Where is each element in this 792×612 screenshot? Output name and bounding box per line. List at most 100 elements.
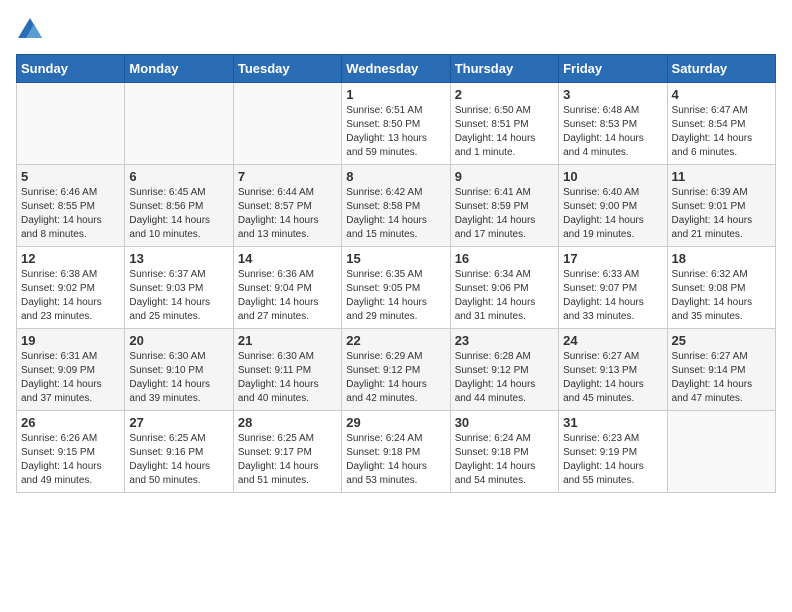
day-info: Sunrise: 6:44 AM Sunset: 8:57 PM Dayligh… [238, 186, 337, 242]
day-info: Sunrise: 6:31 AM Sunset: 9:09 PM Dayligh… [21, 350, 120, 406]
day-info: Sunrise: 6:42 AM Sunset: 8:58 PM Dayligh… [346, 186, 445, 242]
calendar-cell: 14 Sunrise: 6:36 AM Sunset: 9:04 PM Dayli… [233, 247, 341, 329]
day-info: Sunrise: 6:33 AM Sunset: 9:07 PM Dayligh… [563, 268, 662, 324]
calendar-week-row: 19Sunrise: 6:31 AM Sunset: 9:09 PM Dayli… [17, 329, 776, 411]
calendar-cell: 28 Sunrise: 6:25 AM Sunset: 9:17 PM Dayli… [233, 411, 341, 493]
day-number: 3 [563, 87, 662, 102]
day-info: Sunrise: 6:46 AM Sunset: 8:55 PM Dayligh… [21, 186, 120, 242]
day-number: 12 [21, 251, 120, 266]
header-saturday: Saturday [667, 55, 775, 83]
calendar-week-row: 26Sunrise: 6:26 AM Sunset: 9:15 PM Dayli… [17, 411, 776, 493]
day-number: 13 [129, 251, 228, 266]
calendar-cell: 31 Sunrise: 6:23 AM Sunset: 9:19 PM Dayli… [559, 411, 667, 493]
day-number: 6 [129, 169, 228, 184]
calendar-cell: 2Sunrise: 6:50 AM Sunset: 8:51 PM Daylig… [450, 83, 558, 165]
day-number: 14 [238, 251, 337, 266]
calendar-cell: 25Sunrise: 6:27 AM Sunset: 9:14 PM Dayli… [667, 329, 775, 411]
calendar-cell: 12 Sunrise: 6:38 AM Sunset: 9:02 PM Dayli… [17, 247, 125, 329]
calendar-cell: 17 Sunrise: 6:33 AM Sunset: 9:07 PM Dayli… [559, 247, 667, 329]
header-wednesday: Wednesday [342, 55, 450, 83]
day-info: Sunrise: 6:40 AM Sunset: 9:00 PM Dayligh… [563, 186, 662, 242]
calendar-cell: 20 Sunrise: 6:30 AM Sunset: 9:10 PM Dayli… [125, 329, 233, 411]
day-number: 11 [672, 169, 771, 184]
day-number: 29 [346, 415, 445, 430]
day-number: 23 [455, 333, 554, 348]
day-info: Sunrise: 6:38 AM Sunset: 9:02 PM Dayligh… [21, 268, 120, 324]
day-info: Sunrise: 6:48 AM Sunset: 8:53 PM Dayligh… [563, 104, 662, 160]
day-number: 17 [563, 251, 662, 266]
calendar-table: SundayMondayTuesdayWednesdayThursdayFrid… [16, 54, 776, 493]
day-number: 30 [455, 415, 554, 430]
calendar-cell [233, 83, 341, 165]
day-info: Sunrise: 6:25 AM Sunset: 9:17 PM Dayligh… [238, 432, 337, 488]
calendar-cell: 24Sunrise: 6:27 AM Sunset: 9:13 PM Dayli… [559, 329, 667, 411]
calendar-cell: 4 Sunrise: 6:47 AM Sunset: 8:54 PM Daylig… [667, 83, 775, 165]
calendar-cell: 3 Sunrise: 6:48 AM Sunset: 8:53 PM Daylig… [559, 83, 667, 165]
calendar-cell: 29 Sunrise: 6:24 AM Sunset: 9:18 PM Dayli… [342, 411, 450, 493]
day-info: Sunrise: 6:51 AM Sunset: 8:50 PM Dayligh… [346, 104, 445, 160]
calendar-cell: 13 Sunrise: 6:37 AM Sunset: 9:03 PM Dayli… [125, 247, 233, 329]
day-number: 4 [672, 87, 771, 102]
calendar-cell [667, 411, 775, 493]
calendar-cell: 11 Sunrise: 6:39 AM Sunset: 9:01 PM Dayli… [667, 165, 775, 247]
day-info: Sunrise: 6:45 AM Sunset: 8:56 PM Dayligh… [129, 186, 228, 242]
day-info: Sunrise: 6:25 AM Sunset: 9:16 PM Dayligh… [129, 432, 228, 488]
day-info: Sunrise: 6:23 AM Sunset: 9:19 PM Dayligh… [563, 432, 662, 488]
calendar-cell: 18Sunrise: 6:32 AM Sunset: 9:08 PM Dayli… [667, 247, 775, 329]
day-info: Sunrise: 6:34 AM Sunset: 9:06 PM Dayligh… [455, 268, 554, 324]
calendar-cell: 8 Sunrise: 6:42 AM Sunset: 8:58 PM Daylig… [342, 165, 450, 247]
calendar-cell: 23 Sunrise: 6:28 AM Sunset: 9:12 PM Dayli… [450, 329, 558, 411]
day-number: 15 [346, 251, 445, 266]
calendar-cell: 9 Sunrise: 6:41 AM Sunset: 8:59 PM Daylig… [450, 165, 558, 247]
calendar-cell: 30 Sunrise: 6:24 AM Sunset: 9:18 PM Dayli… [450, 411, 558, 493]
day-info: Sunrise: 6:35 AM Sunset: 9:05 PM Dayligh… [346, 268, 445, 324]
header-sunday: Sunday [17, 55, 125, 83]
day-info: Sunrise: 6:24 AM Sunset: 9:18 PM Dayligh… [346, 432, 445, 488]
page-header [16, 16, 776, 44]
calendar-week-row: 1 Sunrise: 6:51 AM Sunset: 8:50 PM Daylig… [17, 83, 776, 165]
day-number: 9 [455, 169, 554, 184]
day-info: Sunrise: 6:30 AM Sunset: 9:10 PM Dayligh… [129, 350, 228, 406]
header-monday: Monday [125, 55, 233, 83]
day-info: Sunrise: 6:27 AM Sunset: 9:14 PM Dayligh… [672, 350, 771, 406]
calendar-header-row: SundayMondayTuesdayWednesdayThursdayFrid… [17, 55, 776, 83]
day-number: 16 [455, 251, 554, 266]
day-number: 27 [129, 415, 228, 430]
day-info: Sunrise: 6:30 AM Sunset: 9:11 PM Dayligh… [238, 350, 337, 406]
day-number: 5 [21, 169, 120, 184]
calendar-cell: 22Sunrise: 6:29 AM Sunset: 9:12 PM Dayli… [342, 329, 450, 411]
day-info: Sunrise: 6:24 AM Sunset: 9:18 PM Dayligh… [455, 432, 554, 488]
day-number: 8 [346, 169, 445, 184]
day-info: Sunrise: 6:26 AM Sunset: 9:15 PM Dayligh… [21, 432, 120, 488]
day-number: 10 [563, 169, 662, 184]
calendar-week-row: 12 Sunrise: 6:38 AM Sunset: 9:02 PM Dayli… [17, 247, 776, 329]
day-number: 20 [129, 333, 228, 348]
day-number: 7 [238, 169, 337, 184]
day-number: 28 [238, 415, 337, 430]
calendar-cell: 1 Sunrise: 6:51 AM Sunset: 8:50 PM Daylig… [342, 83, 450, 165]
header-friday: Friday [559, 55, 667, 83]
day-info: Sunrise: 6:41 AM Sunset: 8:59 PM Dayligh… [455, 186, 554, 242]
calendar-cell: 26Sunrise: 6:26 AM Sunset: 9:15 PM Dayli… [17, 411, 125, 493]
calendar-cell: 19Sunrise: 6:31 AM Sunset: 9:09 PM Dayli… [17, 329, 125, 411]
day-info: Sunrise: 6:39 AM Sunset: 9:01 PM Dayligh… [672, 186, 771, 242]
day-info: Sunrise: 6:37 AM Sunset: 9:03 PM Dayligh… [129, 268, 228, 324]
day-info: Sunrise: 6:50 AM Sunset: 8:51 PM Dayligh… [455, 104, 554, 160]
day-info: Sunrise: 6:47 AM Sunset: 8:54 PM Dayligh… [672, 104, 771, 160]
calendar-cell: 15 Sunrise: 6:35 AM Sunset: 9:05 PM Dayli… [342, 247, 450, 329]
calendar-cell: 10 Sunrise: 6:40 AM Sunset: 9:00 PM Dayli… [559, 165, 667, 247]
day-info: Sunrise: 6:29 AM Sunset: 9:12 PM Dayligh… [346, 350, 445, 406]
calendar-cell: 27 Sunrise: 6:25 AM Sunset: 9:16 PM Dayli… [125, 411, 233, 493]
day-info: Sunrise: 6:28 AM Sunset: 9:12 PM Dayligh… [455, 350, 554, 406]
day-number: 31 [563, 415, 662, 430]
day-number: 21 [238, 333, 337, 348]
logo [16, 16, 48, 44]
logo-icon [16, 16, 44, 44]
day-info: Sunrise: 6:36 AM Sunset: 9:04 PM Dayligh… [238, 268, 337, 324]
calendar-cell: 5 Sunrise: 6:46 AM Sunset: 8:55 PM Daylig… [17, 165, 125, 247]
calendar-cell: 7 Sunrise: 6:44 AM Sunset: 8:57 PM Daylig… [233, 165, 341, 247]
calendar-cell: 21 Sunrise: 6:30 AM Sunset: 9:11 PM Dayli… [233, 329, 341, 411]
calendar-cell [125, 83, 233, 165]
day-number: 1 [346, 87, 445, 102]
calendar-cell: 6 Sunrise: 6:45 AM Sunset: 8:56 PM Daylig… [125, 165, 233, 247]
